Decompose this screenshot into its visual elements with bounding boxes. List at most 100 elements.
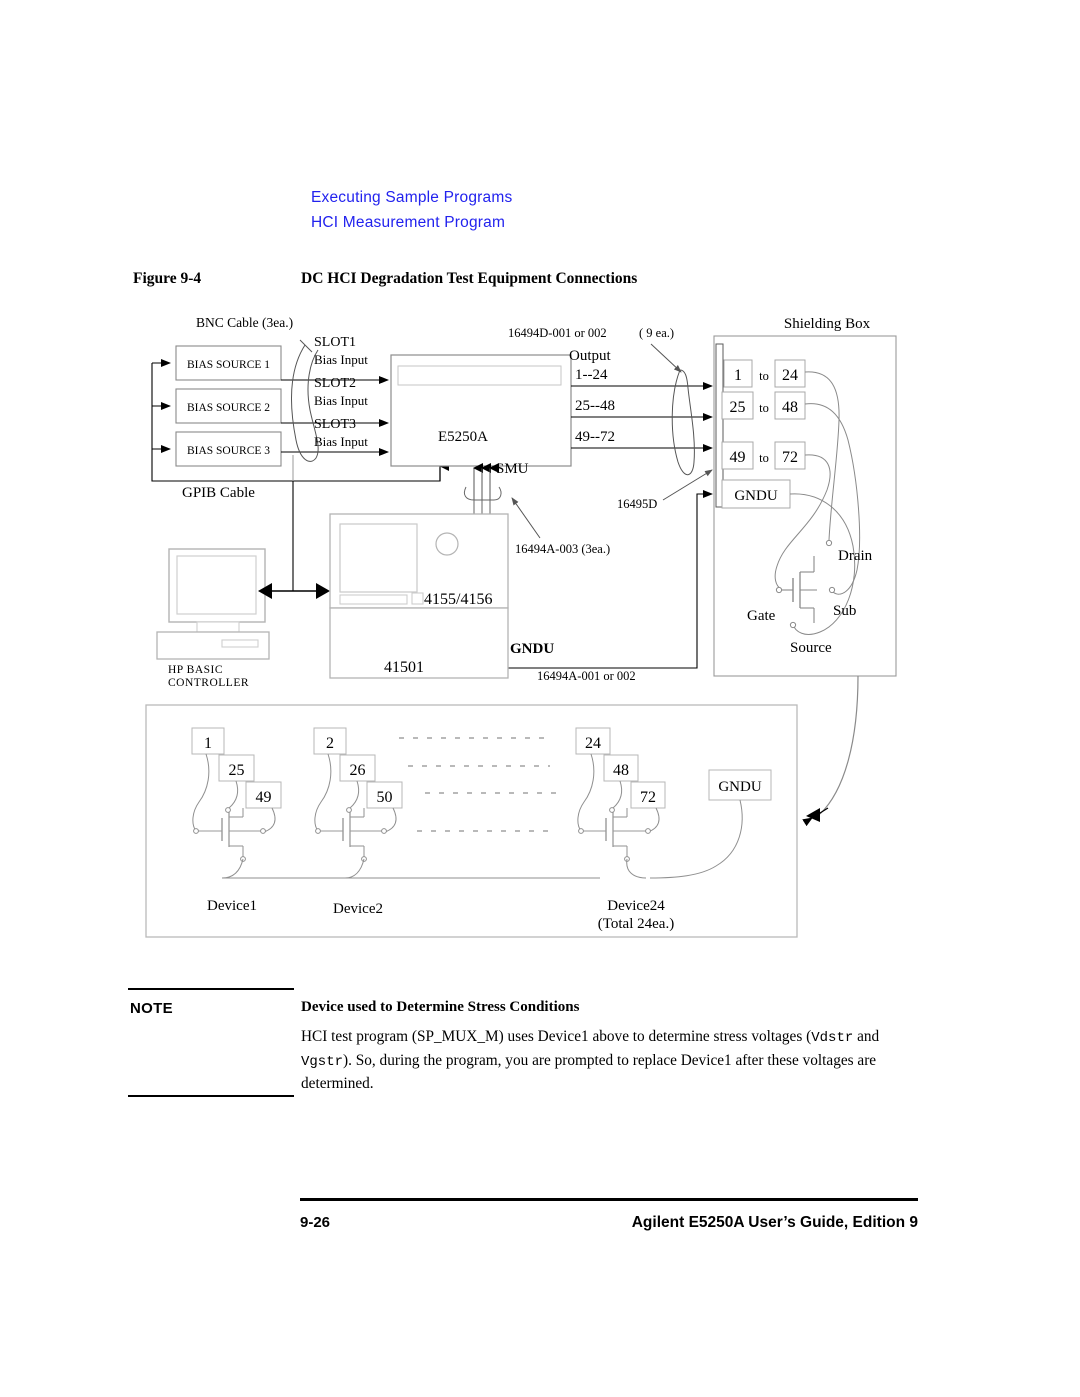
running-header: Executing Sample Programs HCI Measuremen…	[311, 185, 931, 235]
bias-source-2-label: BIAS SOURCE 2	[187, 402, 270, 414]
gpib-bus-rail	[151, 359, 449, 591]
output-range-1-label: 1--24	[575, 367, 608, 383]
shielding-box-outline	[713, 335, 897, 677]
note-rule-top	[128, 988, 294, 990]
shielding-pin-49-box	[721, 441, 754, 470]
document-page: Executing Sample Programs HCI Measuremen…	[0, 0, 1080, 1397]
slot1-input-label: Bias Input	[314, 352, 368, 367]
shielding-box: Shielding Box 1 to 24 25 to 48 49 to 72	[713, 316, 897, 677]
device-1: 1 25 49 Device1	[191, 727, 282, 914]
device-2-pin-26-box	[339, 754, 376, 782]
bias-source-1-label: BIAS SOURCE 1	[187, 359, 270, 371]
output-title-label: Output	[569, 348, 612, 364]
shielding-box-title: Shielding Box	[784, 316, 871, 332]
note-body-part3: ). So, during the program, you are promp…	[301, 1051, 877, 1093]
device-2-pin-50-label: 50	[377, 789, 393, 806]
device-24-pin-48-label: 48	[613, 762, 629, 779]
slot2-label: SLOT2	[314, 376, 356, 391]
device-1-name-label: Device1	[207, 898, 257, 914]
cable-16495D-annotation: 16495D	[617, 469, 713, 511]
controller-drive-slot	[221, 639, 259, 648]
device-panel-gndu-label: GNDU	[718, 779, 761, 795]
analyzer-softkey-strip	[339, 594, 408, 605]
device-1-pin-25-box	[218, 754, 255, 782]
device-panel: 1 25 49 Device1 2 26 50 Device2 24 48 72…	[145, 704, 798, 938]
cable-16494D-count-label: ( 9 ea.)	[639, 326, 674, 340]
analyzer-top-chassis	[329, 513, 509, 609]
device-24-name-label: Device24	[607, 898, 665, 914]
controller-label-line2: CONTROLLER	[168, 677, 249, 689]
figure-title: DC HCI Degradation Test Equipment Connec…	[301, 270, 638, 287]
controller-base-unit	[156, 631, 270, 660]
analyzer-display	[339, 523, 418, 593]
bnc-cable-lines	[281, 376, 389, 456]
device-24-pin-24-box	[575, 727, 611, 755]
device-24-pin-72-box	[630, 781, 666, 809]
analyzer-top-label: 4155/4156	[424, 591, 492, 608]
terminal-sub-label: Sub	[833, 603, 856, 619]
analyzer-4155-4156: 4155/4156 41501	[329, 513, 509, 679]
note-body-mono-vgstr: Vgstr	[301, 1053, 344, 1070]
device-panel-outline	[145, 704, 798, 938]
figure-caption: Figure 9-4 DC HCI Degradation Test Equip…	[133, 270, 933, 292]
shielding-row-2-to-label: to	[759, 401, 769, 415]
device-24: 24 48 72 Device24 (Total 24ea.)	[575, 727, 674, 932]
controller-label-line1: HP BASIC	[168, 664, 223, 676]
page-footer: 9-26 Agilent E5250A User’s Guide, Editio…	[128, 1198, 918, 1248]
device-ellipsis-rows	[399, 737, 556, 832]
device-1-pin-49-box	[245, 781, 282, 809]
terminal-drain-label: Drain	[838, 548, 873, 564]
device-2: 2 26 50 Device2	[313, 727, 403, 917]
smu-connection: SMU	[463, 461, 529, 515]
bias-source-3-label: BIAS SOURCE 3	[187, 445, 270, 457]
output-range-2-label: 25--48	[575, 398, 615, 414]
terminal-gate-label: Gate	[747, 608, 776, 624]
gpib-cable-label: GPIB Cable	[182, 485, 255, 501]
analyzer-button	[411, 592, 424, 605]
e5250a-display	[397, 365, 562, 386]
e5250a-mainframe: E5250A	[390, 354, 572, 467]
dut-wiring: Drain Gate Sub Source	[747, 371, 873, 656]
shielding-row-1-to-label: to	[759, 369, 769, 383]
device-24-pin-48-box	[603, 754, 639, 782]
cable-16494D-label: 16494D-001 or 002	[508, 326, 607, 340]
gndu-analyzer-label: GNDU	[510, 641, 554, 657]
slot2-input-label: Bias Input	[314, 393, 368, 408]
shielding-row-3-to-label: to	[759, 451, 769, 465]
shielding-gndu-box	[721, 479, 791, 509]
controller-screen	[176, 555, 257, 615]
shielding-pin-48-label: 48	[782, 399, 798, 416]
device-24-pin-72-label: 72	[640, 789, 656, 806]
shielding-pin-1-label: 1	[734, 367, 742, 384]
shielding-pin-25-label: 25	[730, 399, 746, 416]
note-heading: Device used to Determine Stress Conditio…	[301, 999, 580, 1015]
bnc-cable-bundle-marker	[291, 339, 319, 462]
slot-labels: SLOT1 Bias Input SLOT2 Bias Input SLOT3 …	[314, 335, 368, 449]
analyzer-bottom-chassis	[329, 607, 509, 679]
header-line-section: HCI Measurement Program	[311, 214, 506, 231]
shielding-pin-25-box	[721, 391, 754, 420]
note-body-part2: and	[853, 1028, 880, 1045]
bnc-cable-label: BNC Cable (3ea.)	[196, 315, 293, 330]
cable-16495D-label: 16495D	[617, 497, 657, 511]
analyzer-bottom-label: 41501	[384, 659, 424, 676]
slot1-label: SLOT1	[314, 335, 356, 350]
device-1-pin-25-label: 25	[229, 762, 245, 779]
output-section: Output 1--24 25--48 49--72 16494D-001 or…	[508, 326, 713, 476]
analyzer-knob	[435, 532, 459, 556]
slot3-input-label: Bias Input	[314, 434, 368, 449]
e5250a-label: E5250A	[438, 429, 488, 445]
device-1-pin-1-box	[191, 727, 225, 755]
device-2-name-label: Device2	[333, 901, 383, 917]
note-label: NOTE	[130, 1000, 173, 1017]
shielding-to-device-cable	[802, 675, 859, 827]
shielding-gndu-label: GNDU	[734, 488, 777, 504]
shielding-pin-1-box	[723, 359, 753, 388]
device-24-pin-24-label: 24	[585, 735, 601, 752]
device-2-pin-26-label: 26	[350, 762, 366, 779]
bias-source-3-box	[175, 431, 282, 467]
shielding-pin-72-box	[774, 441, 806, 470]
bias-source-2-box	[175, 388, 282, 424]
footer-rule	[300, 1198, 918, 1201]
header-line-chapter: Executing Sample Programs	[311, 189, 513, 206]
